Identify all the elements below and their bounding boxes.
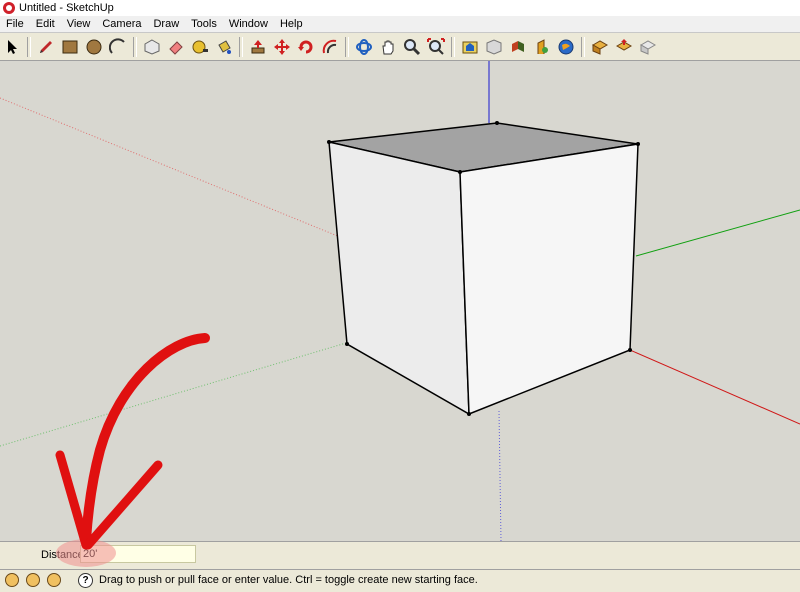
vcb-value-input[interactable] — [80, 545, 196, 563]
eraser-icon[interactable] — [165, 36, 187, 58]
status-bar: ? Drag to push or pull face or enter val… — [0, 569, 800, 592]
toolbar-separator — [581, 36, 585, 57]
push-pull-icon[interactable] — [247, 36, 269, 58]
main-toolbar — [0, 33, 800, 61]
menu-view[interactable]: View — [61, 16, 97, 32]
pencil-icon[interactable] — [35, 36, 57, 58]
green-axis-dotted — [0, 342, 347, 447]
get-photo-texture-icon[interactable] — [507, 36, 529, 58]
orbit-icon[interactable] — [353, 36, 375, 58]
cube-left-face — [328, 141, 470, 416]
paint-bucket-icon[interactable] — [213, 36, 235, 58]
menu-camera[interactable]: Camera — [96, 16, 147, 32]
sketchup-logo-icon — [3, 2, 15, 14]
red-axis-solid — [629, 349, 800, 425]
select-icon[interactable] — [1, 36, 23, 58]
credits-icon[interactable] — [26, 573, 40, 587]
dynamic-components-icon[interactable] — [637, 36, 659, 58]
warehouse-icon[interactable] — [531, 36, 553, 58]
toolbar-separator — [239, 36, 243, 57]
zoom-icon[interactable] — [401, 36, 423, 58]
scene-canvas — [0, 61, 800, 541]
menu-edit[interactable]: Edit — [30, 16, 61, 32]
red-axis-dotted — [0, 97, 341, 238]
component-icon[interactable] — [589, 36, 611, 58]
toolbar-separator — [451, 36, 455, 57]
menu-help[interactable]: Help — [274, 16, 309, 32]
green-axis-solid — [635, 209, 800, 257]
modeling-viewport[interactable] — [0, 61, 800, 541]
menu-bar: File Edit View Camera Draw Tools Window … — [0, 16, 800, 33]
menu-tools[interactable]: Tools — [185, 16, 223, 32]
menu-window[interactable]: Window — [223, 16, 274, 32]
vcb-label: Distance — [41, 549, 84, 561]
pan-icon[interactable] — [377, 36, 399, 58]
menu-file[interactable]: File — [0, 16, 30, 32]
offset-icon[interactable] — [319, 36, 341, 58]
share-component-icon[interactable] — [613, 36, 635, 58]
circle-icon[interactable] — [83, 36, 105, 58]
toolbar-separator — [345, 36, 349, 57]
toolbar-separator — [133, 36, 137, 57]
rectangle-icon[interactable] — [59, 36, 81, 58]
menu-draw[interactable]: Draw — [147, 16, 185, 32]
arc-icon[interactable] — [107, 36, 129, 58]
user-icon[interactable] — [47, 573, 61, 587]
get-models-icon[interactable] — [459, 36, 481, 58]
tape-measure-icon[interactable] — [189, 36, 211, 58]
window-title: Untitled - SketchUp — [19, 2, 114, 14]
google-earth-icon[interactable] — [555, 36, 577, 58]
help-icon[interactable]: ? — [78, 573, 93, 588]
zoom-extents-icon[interactable] — [425, 36, 447, 58]
make-component-icon[interactable] — [141, 36, 163, 58]
blue-axis-dotted — [498, 410, 502, 541]
rotate-icon[interactable] — [295, 36, 317, 58]
geo-location-icon[interactable] — [5, 573, 19, 587]
share-model-icon[interactable] — [483, 36, 505, 58]
status-message: Drag to push or pull face or enter value… — [99, 574, 478, 586]
title-bar: Untitled - SketchUp — [0, 0, 800, 16]
move-icon[interactable] — [271, 36, 293, 58]
cube-right-face — [459, 143, 639, 416]
toolbar-separator — [27, 36, 31, 57]
